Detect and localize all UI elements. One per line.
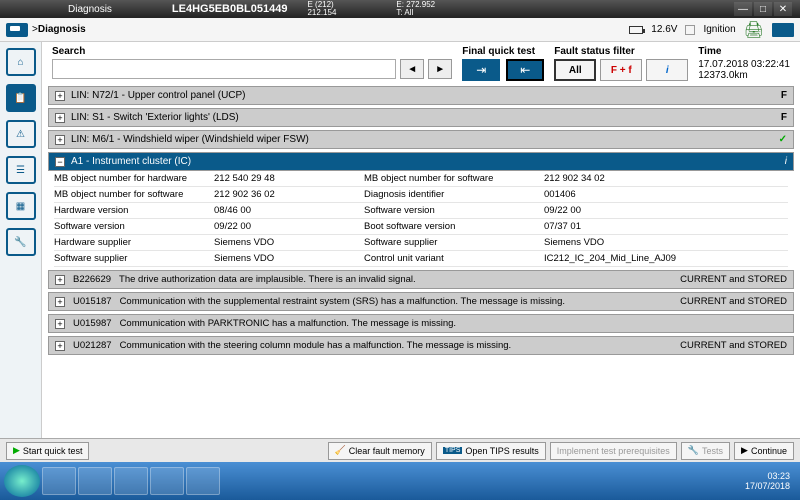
search-prev-button[interactable]: ◄ bbox=[400, 59, 424, 79]
taskbar-item[interactable] bbox=[42, 467, 76, 495]
fault-row[interactable]: + B226629 The drive authorization data are… bbox=[48, 270, 794, 289]
detail-row: Hardware version08/46 00Software version… bbox=[54, 203, 788, 219]
tests-button: 🔧Tests bbox=[681, 442, 730, 460]
search-label: Search bbox=[52, 46, 452, 57]
expand-icon[interactable]: + bbox=[55, 319, 65, 329]
implement-test-button: Implement test prerequisites bbox=[550, 442, 677, 460]
odometer: 12373.0km bbox=[698, 70, 790, 81]
system-clock[interactable]: 03:2317/07/2018 bbox=[745, 471, 796, 491]
vehicle-info-icon[interactable]: ⚠ bbox=[6, 120, 36, 148]
vin-number: LE4HG5EB0BL051449 bbox=[172, 3, 288, 15]
group-status: F bbox=[781, 90, 787, 101]
group-label: LIN: S1 - Switch 'Exterior lights' (LDS) bbox=[71, 112, 239, 123]
breadcrumb-bar: > Diagnosis 12.6V Ignition 🖨 bbox=[0, 18, 800, 42]
taskbar-item[interactable] bbox=[78, 467, 112, 495]
fault-code: U015187 bbox=[73, 296, 112, 307]
fault-status: CURRENT and STORED bbox=[680, 274, 787, 285]
taskbar-item[interactable] bbox=[114, 467, 148, 495]
group-label: A1 - Instrument cluster (IC) bbox=[71, 156, 191, 167]
fault-description: Communication with the supplemental rest… bbox=[120, 296, 673, 307]
window-titlebar: Diagnosis LE4HG5EB0BL051449 E (212)212.1… bbox=[0, 0, 800, 18]
breadcrumb-current: Diagnosis bbox=[38, 24, 86, 35]
grid-icon[interactable]: ▦ bbox=[6, 192, 36, 220]
detail-row: Software version09/22 00Boot software ve… bbox=[54, 219, 788, 235]
quicktest-forward-button[interactable]: ⇥ bbox=[462, 59, 500, 81]
timestamp: 17.07.2018 03:22:41 bbox=[698, 59, 790, 70]
fault-status: CURRENT and STORED bbox=[680, 296, 787, 307]
app-title: Diagnosis bbox=[68, 4, 112, 15]
ecu-group-row[interactable]: + LIN: M6/1 - Windshield wiper (Windshiel… bbox=[48, 130, 794, 149]
group-status: F bbox=[781, 112, 787, 123]
search-next-button[interactable]: ► bbox=[428, 59, 452, 79]
expand-icon[interactable]: + bbox=[55, 91, 65, 101]
search-input[interactable] bbox=[52, 59, 396, 79]
windows-taskbar[interactable]: 03:2317/07/2018 bbox=[0, 462, 800, 500]
results-list[interactable]: + LIN: N72/1 - Upper control panel (UCP) F… bbox=[42, 83, 800, 438]
ecu-group-row[interactable]: + LIN: S1 - Switch 'Exterior lights' (LDS… bbox=[48, 108, 794, 127]
fault-code: U021287 bbox=[73, 340, 112, 351]
bottom-toolbar: ▶Start quick test 🧹Clear fault memory TI… bbox=[0, 438, 800, 462]
ecu-group-row[interactable]: + LIN: N72/1 - Upper control panel (UCP) F bbox=[48, 86, 794, 105]
filter-label: Fault status filter bbox=[554, 46, 688, 57]
tools-icon[interactable]: 🔧 bbox=[6, 228, 36, 256]
list-icon[interactable]: ☰ bbox=[6, 156, 36, 184]
time-label: Time bbox=[698, 46, 790, 57]
fault-code: U015987 bbox=[73, 318, 112, 329]
fault-description: The drive authorization data are implaus… bbox=[119, 274, 672, 285]
taskbar-item[interactable] bbox=[150, 467, 184, 495]
car-icon[interactable] bbox=[6, 23, 28, 37]
taskbar-item[interactable] bbox=[186, 467, 220, 495]
group-status: i bbox=[785, 156, 787, 167]
battery-icon bbox=[629, 26, 643, 34]
clear-fault-button[interactable]: 🧹Clear fault memory bbox=[328, 442, 432, 460]
close-button[interactable]: ✕ bbox=[774, 2, 792, 16]
ignition-checkbox[interactable] bbox=[685, 25, 695, 35]
detail-row: Hardware supplierSiemens VDOSoftware sup… bbox=[54, 235, 788, 251]
expand-icon[interactable]: + bbox=[55, 297, 65, 307]
print-icon[interactable]: 🖨 bbox=[744, 20, 764, 40]
filter-all-button[interactable]: All bbox=[554, 59, 596, 81]
fault-row[interactable]: + U015987 Communication with PARKTRONIC ha… bbox=[48, 314, 794, 333]
filter-info-button[interactable]: i bbox=[646, 59, 688, 81]
expand-icon[interactable]: + bbox=[55, 135, 65, 145]
detail-row: Software supplierSiemens VDOControl unit… bbox=[54, 251, 788, 267]
ignition-label: Ignition bbox=[703, 24, 735, 35]
open-tips-button[interactable]: TIPSOpen TIPS results bbox=[436, 442, 546, 460]
start-button[interactable] bbox=[4, 465, 40, 497]
engine-codes-left: E (212)212.154 bbox=[307, 1, 336, 17]
sidebar: ⌂ 📋 ⚠ ☰ ▦ 🔧 bbox=[0, 42, 42, 438]
home-icon[interactable]: ⌂ bbox=[6, 48, 36, 76]
diagnosis-icon[interactable]: 📋 bbox=[6, 84, 36, 112]
group-label: LIN: M6/1 - Windshield wiper (Windshield… bbox=[71, 134, 309, 145]
engine-codes-right: E: 272.952T: All bbox=[396, 1, 435, 17]
fault-description: Communication with PARKTRONIC has a malf… bbox=[120, 318, 779, 329]
help-book-icon[interactable] bbox=[772, 23, 794, 37]
fault-status: CURRENT and STORED bbox=[680, 340, 787, 351]
fault-description: Communication with the steering column m… bbox=[120, 340, 673, 351]
start-quicktest-button[interactable]: ▶Start quick test bbox=[6, 442, 89, 460]
group-status: ✓ bbox=[779, 134, 787, 145]
expand-icon[interactable]: − bbox=[55, 157, 65, 167]
expand-icon[interactable]: + bbox=[55, 275, 65, 285]
minimize-button[interactable]: — bbox=[734, 2, 752, 16]
continue-button[interactable]: ▶Continue bbox=[734, 442, 794, 460]
fault-code: B226629 bbox=[73, 274, 111, 285]
quicktest-label: Final quick test bbox=[462, 46, 544, 57]
detail-row: MB object number for software212 902 36 … bbox=[54, 187, 788, 203]
maximize-button[interactable]: □ bbox=[754, 2, 772, 16]
expand-icon[interactable]: + bbox=[55, 341, 65, 351]
fault-row[interactable]: + U015187 Communication with the supplemen… bbox=[48, 292, 794, 311]
filter-ff-button[interactable]: F + f bbox=[600, 59, 642, 81]
quicktest-back-button[interactable]: ⇤ bbox=[506, 59, 544, 81]
voltage-value: 12.6V bbox=[651, 24, 677, 35]
expand-icon[interactable]: + bbox=[55, 113, 65, 123]
toolbar-header: Search ◄ ► Final quick test ⇥ ⇤ Fault st… bbox=[42, 42, 800, 83]
detail-row: MB object number for hardware212 540 29 … bbox=[54, 171, 788, 187]
ecu-group-row[interactable]: −A1 - Instrument cluster (IC) i bbox=[48, 152, 794, 171]
group-label: LIN: N72/1 - Upper control panel (UCP) bbox=[71, 90, 246, 101]
fault-row[interactable]: + U021287 Communication with the steering … bbox=[48, 336, 794, 355]
